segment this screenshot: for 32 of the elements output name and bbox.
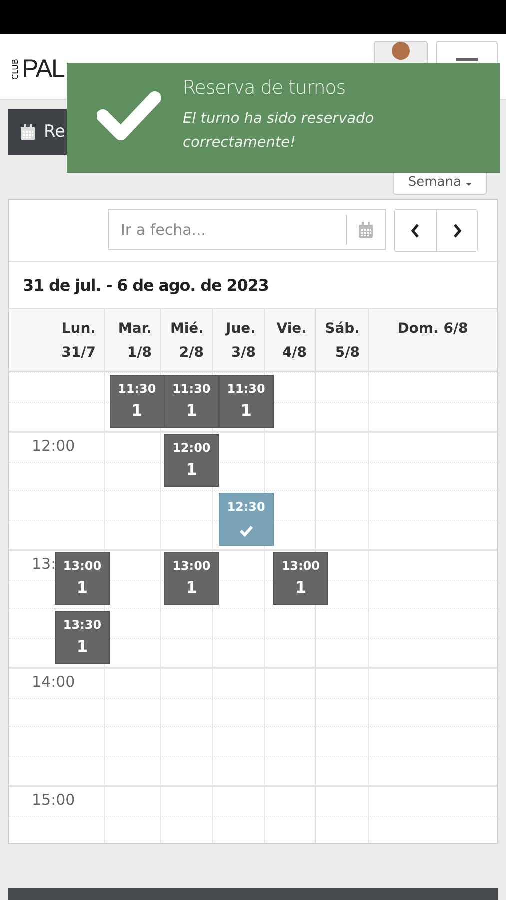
day-header: Dom. 6/8	[368, 309, 497, 371]
day-header: Mié. 2/8	[160, 309, 212, 371]
logo-caption: CLUB	[12, 59, 20, 80]
time-label: 14:00	[32, 673, 76, 691]
day-header: Mar. 1/8	[104, 309, 160, 371]
next-button[interactable]	[436, 210, 477, 251]
time-slot[interactable]: 13:30 1	[55, 611, 110, 664]
check-icon	[97, 90, 161, 142]
day-header: Jue. 3/8	[212, 309, 264, 371]
avatar-icon	[392, 42, 410, 60]
time-slot[interactable]: 13:00 1	[55, 552, 110, 605]
time-slot[interactable]: 13:00 1	[164, 552, 220, 605]
check-icon	[240, 525, 253, 537]
day-header: Sáb. 5/8	[315, 309, 368, 371]
time-slot[interactable]: 12:00 1	[164, 434, 220, 487]
time-label: 12:00	[32, 437, 76, 455]
day-header: Vie. 4/8	[264, 309, 315, 371]
chevron-left-icon	[410, 224, 421, 238]
calendar-icon	[20, 124, 36, 140]
caret-icon	[466, 183, 472, 186]
chevron-right-icon	[452, 224, 462, 238]
logo-text: PAL	[22, 55, 64, 84]
toast-title: Reserva de turnos	[183, 77, 346, 99]
time-slot[interactable]: 11:30 1	[110, 375, 165, 428]
date-range-title: 31 de jul. - 6 de ago. de 2023	[23, 276, 269, 294]
time-label: 15:00	[32, 791, 76, 809]
day-header: Lun. 31/7	[60, 320, 97, 363]
time-slot[interactable]: 13:00 1	[273, 552, 328, 605]
time-slot[interactable]: 11:30 1	[218, 375, 274, 428]
time-slot[interactable]: 11:30 1	[164, 375, 220, 428]
toast-message: El turno ha sido reservado correctamente!	[183, 110, 376, 153]
time-label: 13:	[32, 555, 56, 573]
